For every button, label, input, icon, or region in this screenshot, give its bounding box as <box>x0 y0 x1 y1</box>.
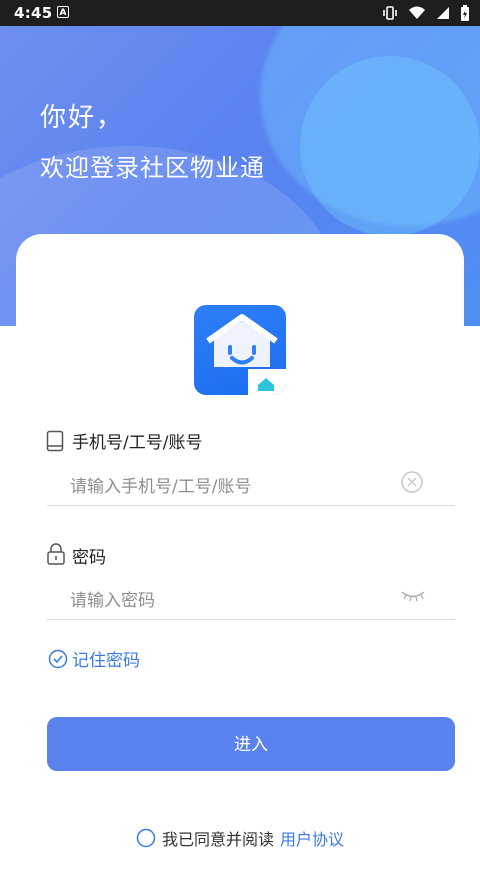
submit-button[interactable]: 进入 <box>47 717 455 771</box>
hero-decoration <box>300 56 480 236</box>
account-label: 手机号/工号/账号 <box>72 433 203 453</box>
agree-checkbox-icon[interactable] <box>136 828 156 848</box>
check-circle-icon <box>48 649 68 668</box>
status-icons <box>382 4 470 22</box>
signal-icon <box>437 7 449 19</box>
app-logo <box>194 305 286 395</box>
eye-closed-icon[interactable] <box>400 588 426 604</box>
remember-password-label: 记住密码 <box>72 651 140 671</box>
clear-icon[interactable] <box>400 470 424 494</box>
agreement-row: 我已同意并阅读 用户协议 <box>136 826 344 850</box>
wifi-icon <box>409 6 425 19</box>
remember-password-toggle[interactable]: 记住密码 <box>48 646 140 671</box>
vibrate-icon <box>383 6 397 20</box>
password-input[interactable]: 请输入密码 <box>70 586 155 611</box>
status-bar: 4:45 A <box>0 0 480 26</box>
battery-icon <box>461 5 469 21</box>
password-underline <box>47 619 455 620</box>
welcome-text: 欢迎登录社区物业通 <box>40 154 265 182</box>
password-label: 密码 <box>72 548 106 568</box>
account-underline <box>47 505 455 506</box>
account-input[interactable]: 请输入手机号/工号/账号 <box>70 472 251 497</box>
user-agreement-link[interactable]: 用户协议 <box>280 826 344 850</box>
agreement-text: 我已同意并阅读 <box>162 830 275 849</box>
house-logo-icon <box>206 314 286 395</box>
lock-icon <box>47 543 65 565</box>
notification-icon: A <box>57 6 69 18</box>
greeting-text: 你好， <box>40 103 125 133</box>
phone-icon <box>46 430 64 452</box>
status-time: 4:45 <box>14 4 53 22</box>
